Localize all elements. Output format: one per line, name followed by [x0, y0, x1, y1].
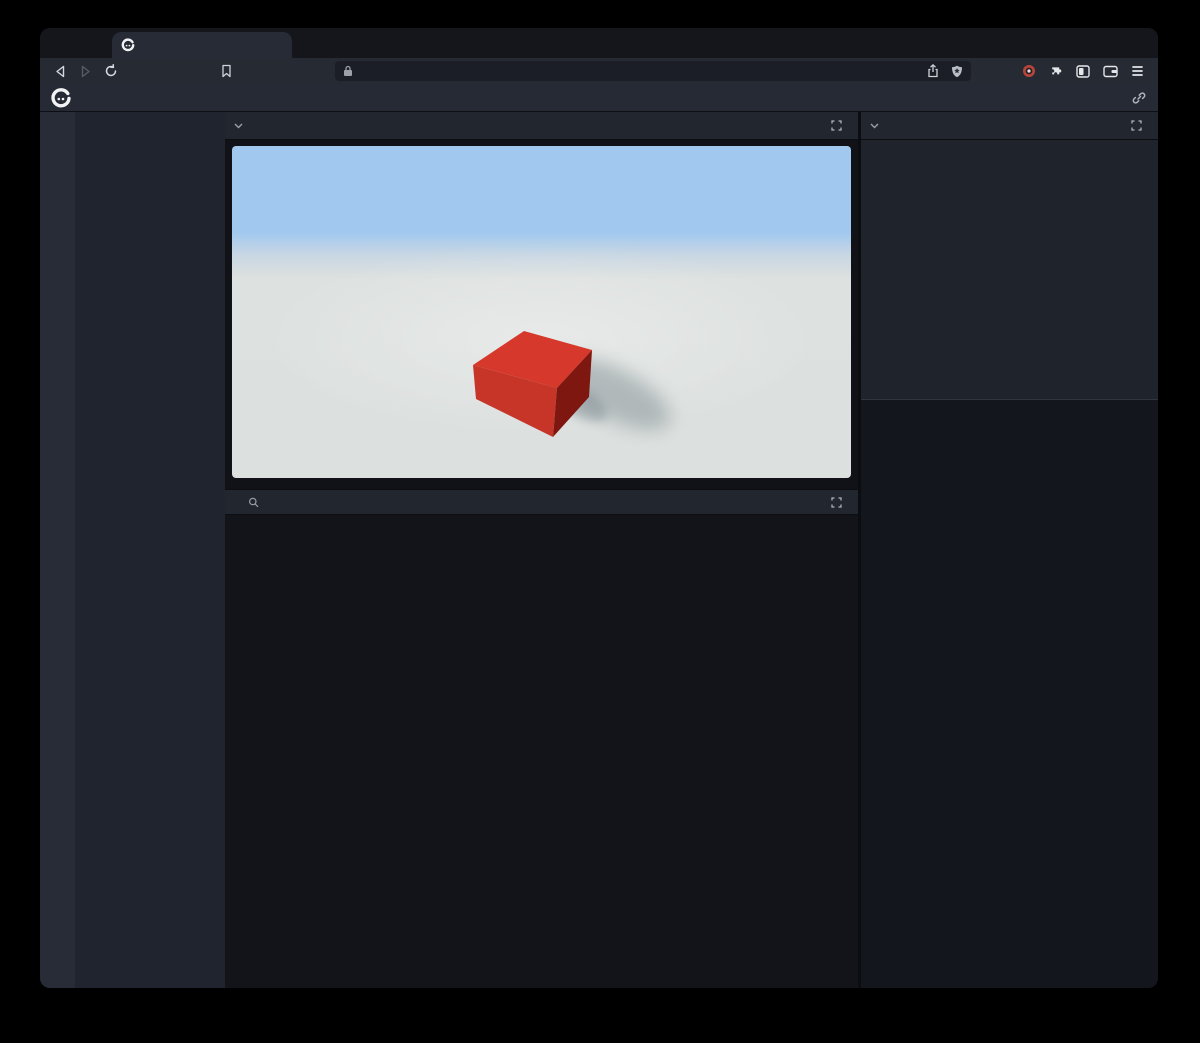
- browser-tab-bar: [40, 28, 1158, 58]
- 3d-scene: [473, 331, 671, 437]
- browser-window: [40, 28, 1158, 988]
- search-panel-body: [225, 515, 858, 988]
- bookmark-icon: [222, 64, 231, 78]
- code-editor[interactable]: [861, 140, 1158, 400]
- main-content: [40, 112, 1158, 988]
- extensions-puzzle-icon[interactable]: [1049, 64, 1063, 78]
- wallet-icon[interactable]: [1103, 65, 1118, 78]
- minimize-window-button[interactable]: [80, 38, 93, 51]
- window-controls: [58, 38, 115, 51]
- extension-icons: [1009, 64, 1144, 78]
- lock-icon: [344, 65, 352, 76]
- canvas-panel-body: [225, 140, 858, 489]
- panel-area: [225, 112, 1158, 988]
- record-extension-icon[interactable]: [1022, 64, 1036, 78]
- fullscreen-icon[interactable]: [831, 496, 842, 508]
- canvas-column: [225, 112, 858, 988]
- sidebar-toggle-icon[interactable]: [1076, 64, 1090, 78]
- forward-icon: [81, 65, 90, 77]
- icon-rail: [40, 112, 75, 988]
- 3d-viewport[interactable]: [232, 146, 851, 478]
- share-icon[interactable]: [927, 64, 939, 78]
- search-icon: [249, 497, 259, 507]
- url-bar[interactable]: [335, 61, 971, 81]
- canvas-panel-header[interactable]: [225, 112, 858, 140]
- close-window-button[interactable]: [58, 38, 71, 51]
- app-header: [40, 84, 1158, 112]
- editor-panel-header[interactable]: [861, 112, 1158, 140]
- share-link-icon[interactable]: [1131, 90, 1147, 106]
- flecs-favicon: [121, 38, 135, 52]
- fullscreen-icon[interactable]: [1131, 120, 1142, 131]
- back-icon: [56, 65, 65, 77]
- red-box: [473, 331, 592, 437]
- zoom-window-button[interactable]: [102, 38, 115, 51]
- editor-column: [858, 112, 1158, 988]
- browser-tab[interactable]: [112, 32, 292, 58]
- reload-button[interactable]: [104, 64, 118, 78]
- reload-icon: [105, 64, 117, 77]
- menu-icon[interactable]: [1131, 65, 1144, 77]
- forward-button[interactable]: [79, 65, 92, 78]
- flecs-logo: [51, 87, 71, 107]
- back-button[interactable]: [54, 65, 67, 78]
- editor-below-area: [861, 400, 1158, 988]
- bookmark-button[interactable]: [220, 64, 233, 78]
- chevron-down-icon[interactable]: [870, 123, 879, 129]
- chevron-down-icon[interactable]: [234, 123, 243, 129]
- search-panel-header[interactable]: [225, 489, 858, 515]
- browser-toolbar: [40, 58, 1158, 84]
- fullscreen-icon[interactable]: [831, 120, 842, 131]
- entity-tree-panel: [75, 112, 225, 988]
- shield-icon[interactable]: [951, 65, 963, 78]
